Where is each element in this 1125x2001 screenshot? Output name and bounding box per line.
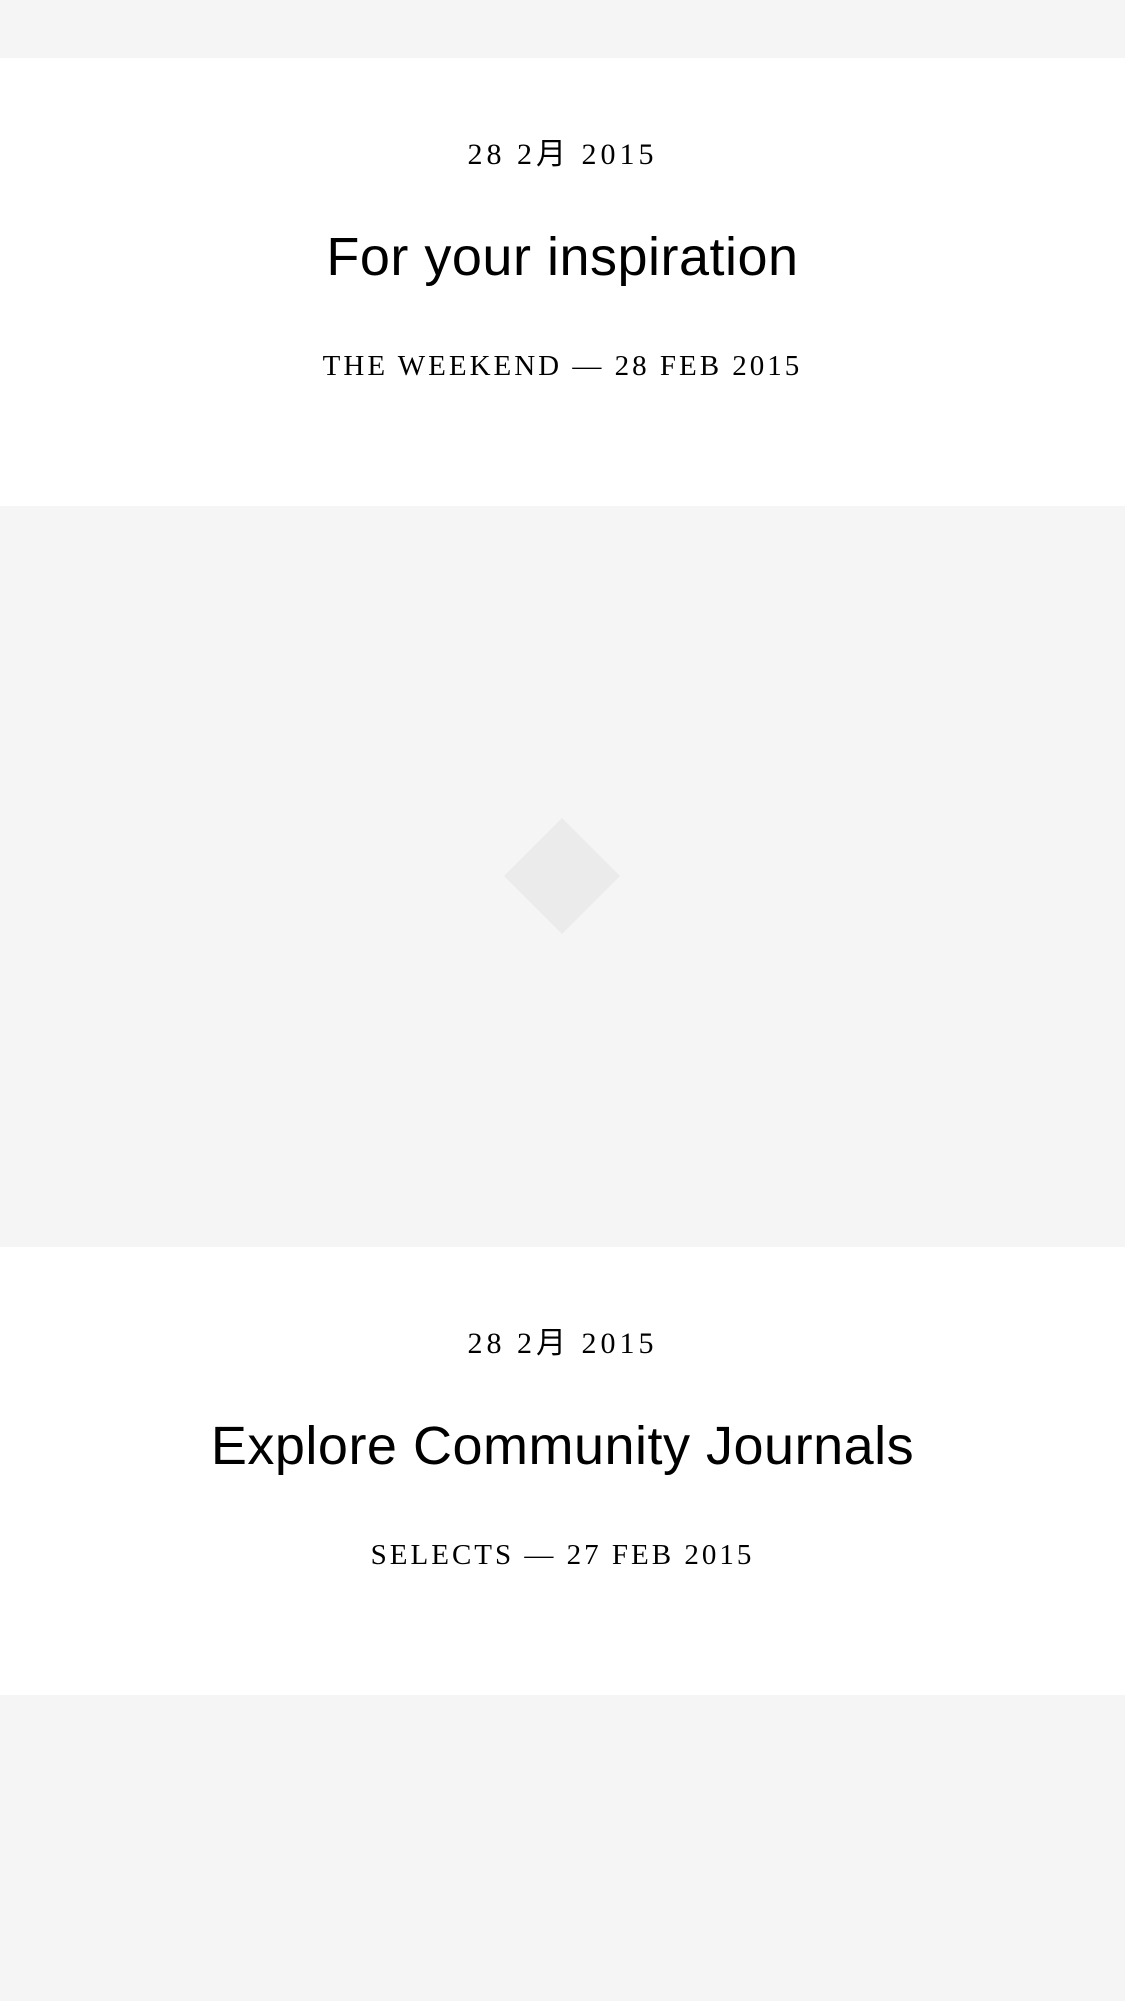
article-image-placeholder[interactable]: [0, 1695, 1125, 2001]
article-date: 28 2月 2015: [467, 138, 658, 171]
article-image-placeholder[interactable]: [0, 506, 1125, 1247]
diamond-placeholder-icon: [504, 818, 620, 934]
feed-top-spacer: [0, 0, 1125, 58]
article-card[interactable]: 28 2月 2015 Explore Community Journals SE…: [0, 1247, 1125, 1695]
article-category-date: THE WEEKEND — 28 FEB 2015: [322, 350, 803, 382]
article-card[interactable]: 28 2月 2015 For your inspiration THE WEEK…: [0, 58, 1125, 506]
article-date: 28 2月 2015: [467, 1327, 658, 1360]
article-title[interactable]: Explore Community Journals: [0, 1419, 1125, 1473]
article-category-date: SELECTS — 27 FEB 2015: [370, 1539, 755, 1571]
article-title[interactable]: For your inspiration: [0, 230, 1125, 284]
